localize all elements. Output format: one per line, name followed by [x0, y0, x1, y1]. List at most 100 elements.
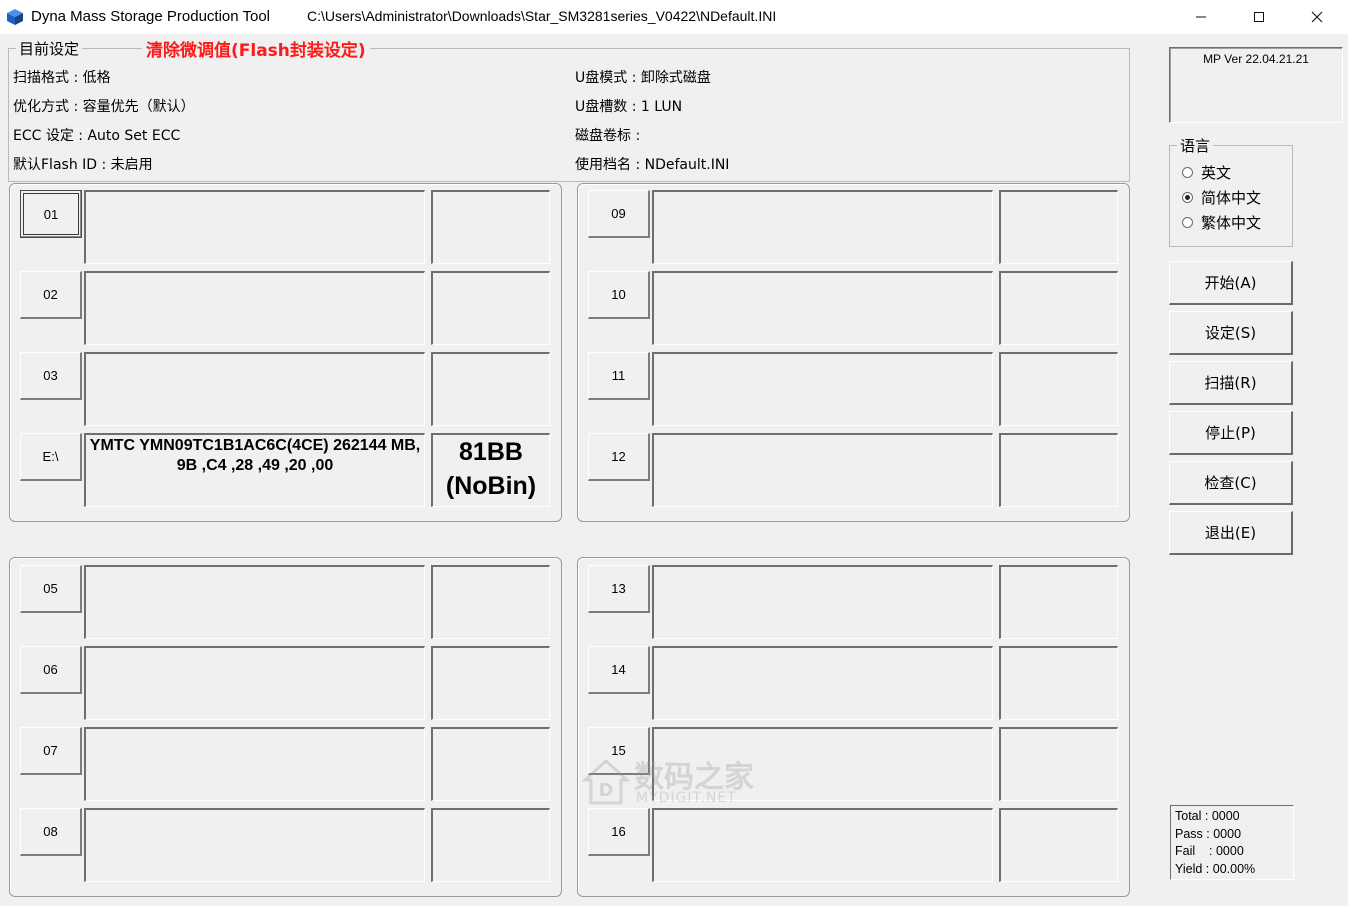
language-option-label: 英文 — [1201, 164, 1232, 182]
port-info-box — [84, 190, 425, 264]
scan-format-setting: 扫描格式 : 低格 — [13, 70, 111, 86]
port-flash-info — [654, 567, 992, 569]
port-result-box — [999, 433, 1118, 507]
port-info-box — [652, 433, 993, 507]
close-button[interactable] — [1288, 0, 1346, 34]
language-option-label: 简体中文 — [1201, 189, 1262, 207]
port-flash-info — [654, 192, 992, 194]
port-result-box — [999, 271, 1118, 345]
port-result-box — [999, 565, 1118, 639]
udisk-mode-setting: U盘模式 : 卸除式磁盘 — [575, 70, 711, 86]
port-info-box — [652, 808, 993, 882]
port-button[interactable]: 09 — [588, 190, 650, 238]
port-result-box: 81BB (NoBin) — [431, 433, 550, 507]
port-button[interactable]: 14 — [588, 646, 650, 694]
port-button[interactable]: 03 — [20, 352, 82, 400]
port-flash-info — [654, 648, 992, 650]
flash-id-setting: 默认Flash ID : 未启用 — [13, 157, 153, 173]
port-flash-info — [654, 729, 992, 731]
port-flash-info — [86, 354, 424, 356]
port-button[interactable]: 10 — [588, 271, 650, 319]
exit-button[interactable]: 退出(E) — [1169, 511, 1293, 555]
port-button[interactable]: 11 — [588, 352, 650, 400]
stat-pass: Pass : 0000 — [1175, 826, 1242, 841]
port-flash-info: YMTC YMN09TC1B1AC6C(4CE) 262144 MB, 9B ,… — [89, 437, 421, 474]
settings-legend: 目前设定 — [16, 38, 83, 59]
version-label: MP Ver 22.04.21.21 — [1203, 52, 1309, 66]
language-legend: 语言 — [1177, 135, 1214, 156]
port-info-box — [652, 646, 993, 720]
port-info-box — [652, 190, 993, 264]
port-info-box — [652, 271, 993, 345]
port-result-box — [431, 271, 550, 345]
port-result-box — [999, 646, 1118, 720]
port-result-box — [431, 352, 550, 426]
port-result-box — [999, 190, 1118, 264]
port-flash-info — [86, 192, 424, 194]
port-flash-info — [654, 810, 992, 812]
radio-button-icon[interactable] — [1182, 217, 1193, 228]
close-icon — [1311, 11, 1323, 23]
port-flash-info — [86, 648, 424, 650]
minimize-icon — [1196, 16, 1206, 18]
radio-button-icon[interactable] — [1182, 167, 1193, 178]
port-info-box — [84, 808, 425, 882]
optimize-mode-setting: 优化方式 : 容量优先（默认） — [13, 99, 195, 115]
maximize-icon — [1254, 12, 1264, 22]
port-button[interactable]: 13 — [588, 565, 650, 613]
app-title: Dyna Mass Storage Production Tool — [31, 8, 271, 25]
stat-total: Total : 0000 — [1175, 809, 1240, 823]
port-button[interactable]: 08 — [20, 808, 82, 856]
port-button[interactable]: 16 — [588, 808, 650, 856]
port-info-box — [652, 352, 993, 426]
statistics-box: Total : 0000 Pass : 0000 Fail : 0000 Yie… — [1170, 805, 1294, 880]
port-flash-info — [86, 567, 424, 569]
port-button[interactable]: 01 — [20, 190, 82, 238]
port-result-box — [431, 727, 550, 801]
language-option-simplified-chinese[interactable]: 简体中文 — [1182, 187, 1261, 208]
port-button[interactable]: 02 — [20, 271, 82, 319]
settings-button[interactable]: 设定(S) — [1169, 311, 1293, 355]
port-info-box — [84, 727, 425, 801]
port-button[interactable]: 12 — [588, 433, 650, 481]
scan-button[interactable]: 扫描(R) — [1169, 361, 1293, 405]
ecc-setting: ECC 设定 : Auto Set ECC — [13, 128, 181, 144]
port-result-box — [999, 808, 1118, 882]
port-button[interactable]: E:\ — [20, 433, 82, 481]
check-button[interactable]: 检查(C) — [1169, 461, 1293, 505]
port-info-box — [84, 352, 425, 426]
radio-button-selected-icon[interactable] — [1182, 192, 1193, 203]
port-result-box — [431, 646, 550, 720]
maximize-button[interactable] — [1230, 0, 1288, 34]
port-result-box — [431, 565, 550, 639]
port-result-box — [999, 727, 1118, 801]
app-cube-icon — [6, 8, 24, 26]
port-button[interactable]: 05 — [20, 565, 82, 613]
port-flash-info — [654, 435, 992, 437]
minimize-button[interactable] — [1172, 0, 1230, 34]
port-result-box — [999, 352, 1118, 426]
port-flash-info — [86, 810, 424, 812]
config-filename-setting: 使用档名 : NDefault.INI — [575, 157, 730, 173]
port-info-box: YMTC YMN09TC1B1AC6C(4CE) 262144 MB, 9B ,… — [84, 433, 425, 507]
port-flash-info — [86, 729, 424, 731]
stop-button[interactable]: 停止(P) — [1169, 411, 1293, 455]
stat-yield: Yield : 00.00% — [1175, 861, 1256, 876]
start-button[interactable]: 开始(A) — [1169, 261, 1293, 305]
port-button[interactable]: 06 — [20, 646, 82, 694]
language-option-traditional-chinese[interactable]: 繁体中文 — [1182, 212, 1261, 233]
language-option-english[interactable]: 英文 — [1182, 162, 1231, 183]
port-result-box — [431, 190, 550, 264]
port-info-box — [84, 646, 425, 720]
port-result-box — [431, 808, 550, 882]
port-button[interactable]: 07 — [20, 727, 82, 775]
port-flash-info — [654, 273, 992, 275]
port-result-code: 81BB (NoBin) — [445, 438, 537, 500]
clear-tuning-warning: 清除微调值(Flash封装设定) — [142, 36, 370, 61]
watermark: D 数码之家 MYDIGIT.NET — [578, 752, 778, 810]
port-flash-info — [654, 354, 992, 356]
version-box: MP Ver 22.04.21.21 — [1169, 47, 1343, 123]
port-info-box — [84, 565, 425, 639]
udisk-slots-setting: U盘槽数 : 1 LUN — [575, 99, 683, 115]
port-info-box — [652, 565, 993, 639]
